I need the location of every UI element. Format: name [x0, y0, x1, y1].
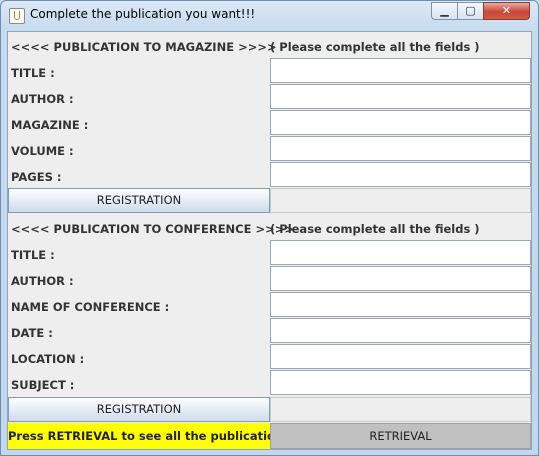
- magazine-author-input[interactable]: [270, 84, 531, 109]
- conference-name-input[interactable]: [270, 292, 531, 317]
- retrieval-button[interactable]: RETRIEVAL: [270, 423, 531, 449]
- magazine-registration-button[interactable]: REGISTRATION: [8, 188, 270, 213]
- conference-location-input[interactable]: [270, 344, 531, 369]
- magazine-required-note: ( Please complete all the fields ): [270, 40, 480, 54]
- magazine-author-label: AUTHOR :: [11, 92, 74, 106]
- magazine-name-input[interactable]: [270, 110, 531, 135]
- magazine-pages-input[interactable]: [270, 162, 531, 187]
- conference-author-input[interactable]: [270, 266, 531, 291]
- conference-subject-input[interactable]: [270, 370, 531, 395]
- conference-empty-cell: [270, 397, 531, 422]
- java-cup-icon: [9, 8, 25, 24]
- conference-author-label: AUTHOR :: [11, 274, 74, 288]
- app-window: Complete the publication you want!!! ▁ ▢…: [0, 0, 539, 456]
- conference-section-header: <<<< PUBLICATION TO CONFERENCE >>>>: [11, 222, 295, 236]
- magazine-section-header: <<<< PUBLICATION TO MAGAZINE >>>>: [11, 40, 277, 54]
- magazine-volume-label: VOLUME :: [11, 144, 74, 158]
- title-bar[interactable]: Complete the publication you want!!! ▁ ▢…: [1, 1, 538, 29]
- magazine-title-input[interactable]: [270, 58, 531, 83]
- conference-location-label: LOCATION :: [11, 352, 85, 366]
- window-title: Complete the publication you want!!!: [30, 7, 256, 21]
- maximize-button[interactable]: ▢: [457, 2, 484, 20]
- conference-date-input[interactable]: [270, 318, 531, 343]
- conference-title-label: TITLE :: [11, 248, 55, 262]
- magazine-pages-label: PAGES :: [11, 170, 62, 184]
- conference-required-note: ( Please complete all the fields ): [270, 222, 480, 236]
- magazine-volume-input[interactable]: [270, 136, 531, 161]
- conference-subject-label: SUBJECT :: [11, 378, 75, 392]
- conference-registration-button[interactable]: REGISTRATION: [8, 397, 270, 422]
- conference-date-label: DATE :: [11, 326, 53, 340]
- minimize-button[interactable]: ▁: [431, 2, 458, 20]
- close-button[interactable]: ✕: [483, 2, 530, 20]
- conference-title-input[interactable]: [270, 240, 531, 265]
- retrieval-hint: Press RETRIEVAL to see all the publicati…: [8, 423, 306, 449]
- magazine-empty-cell: [270, 188, 531, 213]
- magazine-name-label: MAGAZINE :: [11, 118, 89, 132]
- magazine-title-label: TITLE :: [11, 66, 55, 80]
- form-panel: <<<< PUBLICATION TO MAGAZINE >>>> ( Plea…: [7, 31, 532, 450]
- conference-name-label: NAME OF CONFERENCE :: [11, 300, 170, 314]
